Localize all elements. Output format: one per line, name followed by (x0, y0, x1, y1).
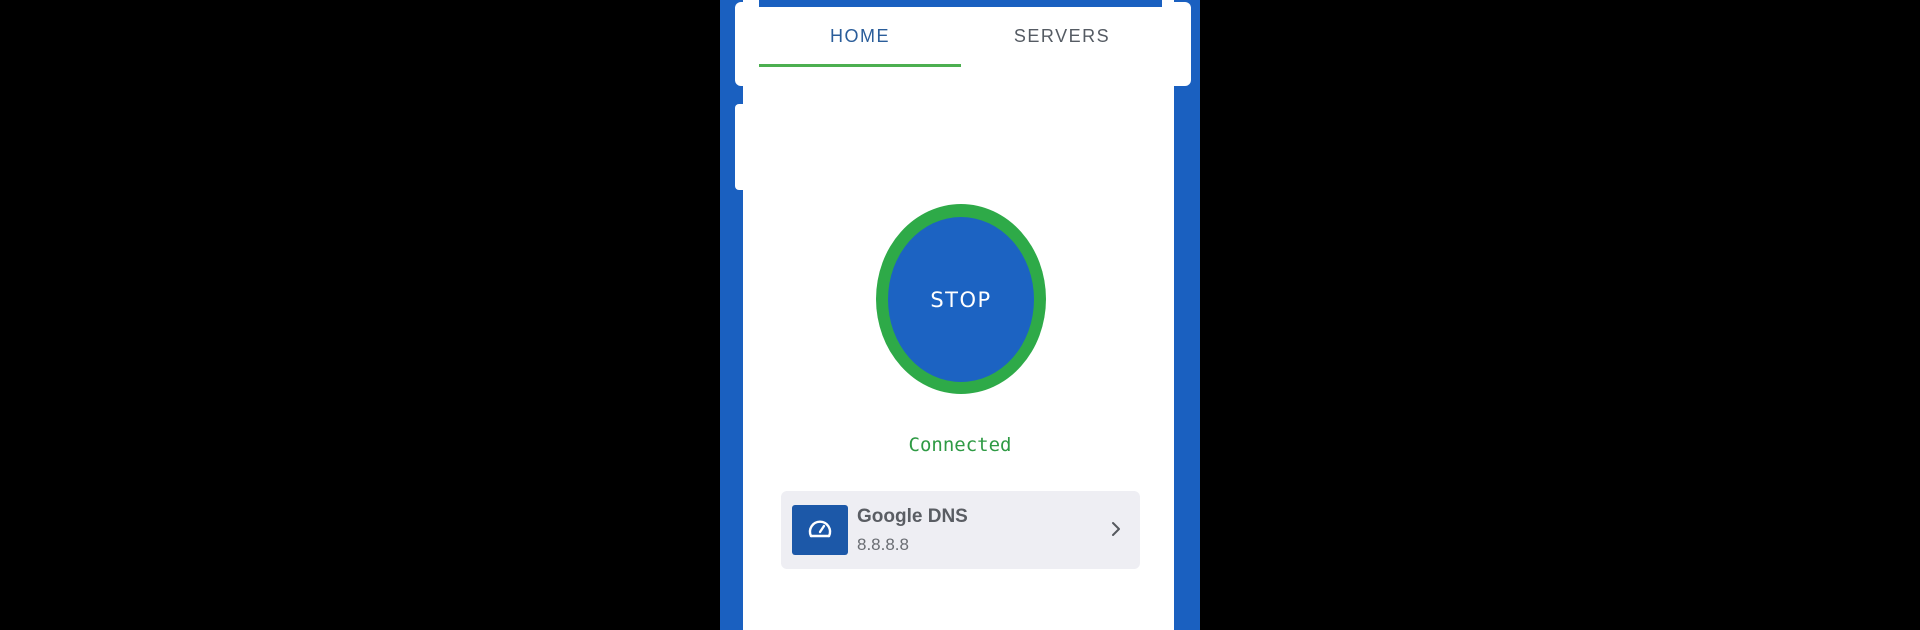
tab-bar: HOME SERVERS (735, 2, 1191, 86)
panel-notch (735, 104, 747, 190)
server-name: Google DNS (857, 506, 968, 527)
stop-button[interactable]: STOP (888, 217, 1034, 382)
chevron-right-icon (1112, 522, 1120, 536)
speedometer-icon (792, 505, 848, 555)
phone-frame: HOME SERVERS STOP Connected Google DNS 8… (720, 0, 1200, 630)
selected-server-card[interactable]: Google DNS 8.8.8.8 (781, 491, 1140, 569)
active-tab-indicator (759, 64, 961, 67)
connection-status: Connected (908, 434, 1012, 456)
tab-servers[interactable]: SERVERS (961, 26, 1163, 47)
tab-home[interactable]: HOME (759, 26, 961, 47)
server-address: 8.8.8.8 (857, 535, 909, 554)
top-bar (759, 0, 1162, 7)
